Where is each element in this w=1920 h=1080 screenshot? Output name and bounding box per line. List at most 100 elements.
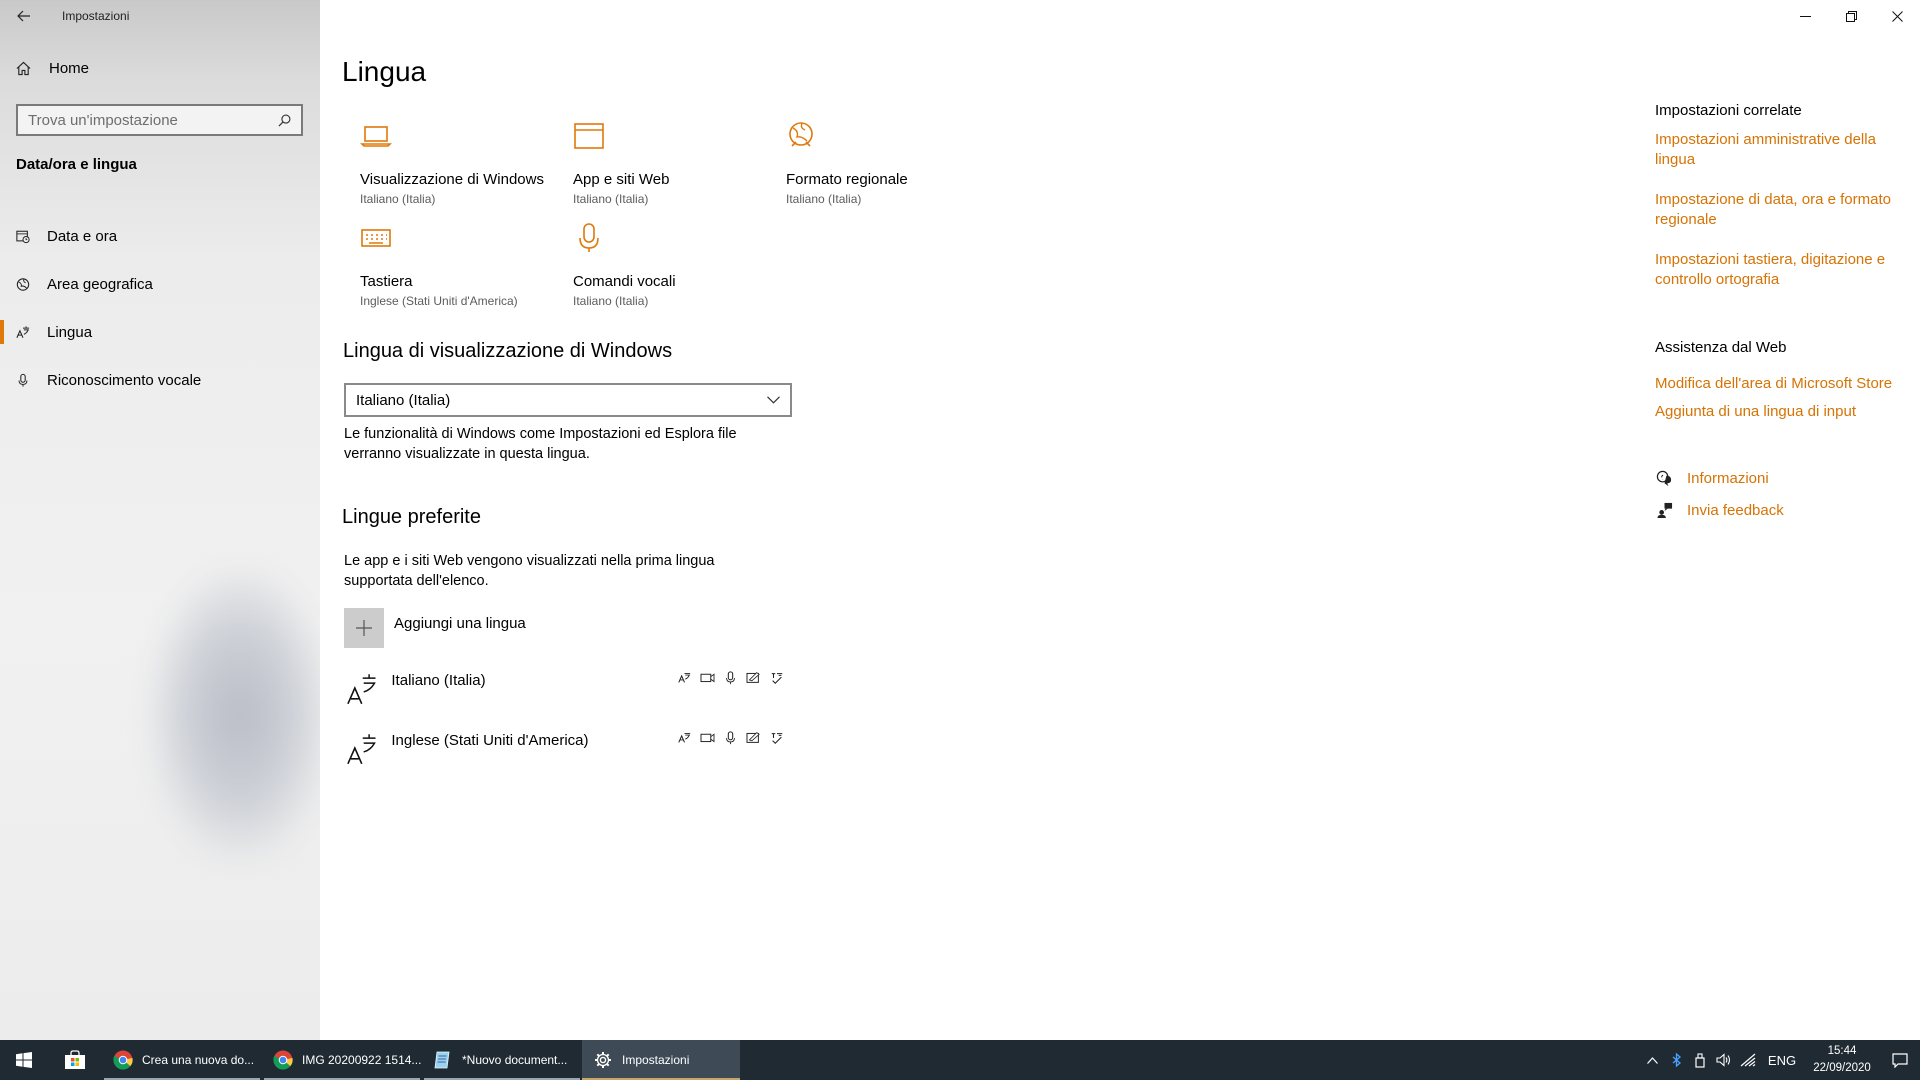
usb-device-icon[interactable]: [1688, 1052, 1712, 1068]
window-controls: [1782, 0, 1920, 32]
tile-visualizzazione-windows[interactable]: Visualizzazione di Windows Italiano (Ita…: [360, 120, 560, 206]
tile-name: App e siti Web: [573, 171, 670, 188]
web-help-heading: Assistenza dal Web: [1655, 339, 1787, 356]
language-glyph-icon: [347, 734, 376, 765]
taskbar-app-chrome-2[interactable]: IMG 20200922 1514...: [262, 1040, 422, 1080]
back-button[interactable]: [0, 0, 48, 32]
titlebar: Impostazioni: [0, 0, 320, 32]
tile-comandi-vocali[interactable]: Comandi vocali Italiano (Italia): [573, 222, 773, 308]
link-keyboard-typing[interactable]: Impostazioni tastiera, digitazione e con…: [1655, 250, 1900, 290]
tile-sub: Italiano (Italia): [786, 192, 862, 206]
language-item-inglese[interactable]: Inglese (Stati Uniti d'America): [344, 728, 784, 772]
link-date-time-format[interactable]: Impostazione di data, ora e formato regi…: [1655, 190, 1900, 230]
keyboard-icon: [361, 229, 391, 247]
language-icon: [16, 324, 30, 340]
search-icon[interactable]: [278, 114, 291, 127]
sidebar-item-label: Data e ora: [47, 227, 118, 245]
taskbar-app-notepad[interactable]: *Nuovo document...: [422, 1040, 582, 1080]
input-language-indicator[interactable]: ENG: [1760, 1053, 1804, 1068]
start-button[interactable]: [0, 1040, 48, 1080]
sidebar-item-lingua[interactable]: Lingua: [0, 308, 320, 356]
tile-app-siti-web[interactable]: App e siti Web Italiano (Italia): [573, 120, 773, 206]
bluetooth-icon[interactable]: [1664, 1053, 1688, 1067]
display-language-dropdown[interactable]: Italiano (Italia): [344, 383, 792, 417]
home-label: Home: [49, 60, 90, 77]
gear-icon: [592, 1049, 614, 1071]
text-to-speech-feature-icon: [700, 670, 715, 685]
tile-name: Comandi vocali: [573, 273, 676, 290]
help-invia-feedback[interactable]: Invia feedback: [1655, 501, 1784, 519]
sidebar-item-label: Area geografica: [47, 275, 153, 293]
tile-name: Formato regionale: [786, 171, 908, 188]
calendar-clock-icon: [16, 228, 30, 244]
help-label: Informazioni: [1687, 469, 1769, 487]
basic-typing-feature-icon: [769, 730, 784, 745]
handwriting-feature-icon: [746, 670, 761, 685]
taskbar: Crea una nuova do... IMG 20200922 1514..…: [0, 1040, 1920, 1080]
minimize-button[interactable]: [1782, 0, 1828, 32]
clock[interactable]: 15:44 22/09/2020: [1804, 1043, 1880, 1077]
search-box[interactable]: [16, 104, 303, 136]
display-language-description: Le funzionalità di Windows come Impostaz…: [344, 426, 737, 462]
display-language-heading: Lingua di visualizzazione di Windows: [343, 340, 673, 362]
minimize-icon: [1799, 15, 1811, 17]
link-microsoft-store-region[interactable]: Modifica dell'area di Microsoft Store: [1655, 374, 1900, 394]
section-label: Data/ora e lingua: [16, 156, 137, 173]
link-admin-language[interactable]: Impostazioni amministrative della lingua: [1655, 130, 1900, 170]
close-icon: [1891, 10, 1903, 22]
restore-icon: [1845, 10, 1857, 22]
sidebar-item-riconoscimento-vocale[interactable]: Riconoscimento vocale: [0, 356, 320, 404]
tile-sub: Italiano (Italia): [573, 192, 649, 206]
globe-icon: [16, 276, 30, 292]
add-language-button[interactable]: Aggiungi una lingua: [344, 608, 526, 648]
language-item-italiano[interactable]: Italiano (Italia): [344, 668, 784, 712]
tile-formato-regionale[interactable]: Formato regionale Italiano (Italia): [786, 120, 986, 206]
search-input[interactable]: [28, 111, 268, 129]
taskbar-app-label: *Nuovo document...: [462, 1053, 568, 1067]
store-icon: [65, 1050, 85, 1069]
sidebar-item-label: Riconoscimento vocale: [47, 371, 202, 389]
chevron-down-icon: [767, 396, 780, 404]
taskbar-app-label: Crea una nuova do...: [142, 1053, 255, 1067]
nav-home[interactable]: Home: [16, 60, 89, 77]
related-settings-heading: Impostazioni correlate: [1655, 102, 1802, 119]
page-title: Lingua: [342, 56, 427, 87]
sidebar-item-area-geografica[interactable]: Area geografica: [0, 260, 320, 308]
taskbar-app-chrome-1[interactable]: Crea una nuova do...: [102, 1040, 262, 1080]
volume-icon[interactable]: [1712, 1053, 1736, 1067]
clock-date: 22/09/2020: [1813, 1062, 1871, 1074]
dropdown-value: Italiano (Italia): [356, 391, 451, 409]
store-button[interactable]: [48, 1040, 102, 1080]
close-button[interactable]: [1874, 0, 1920, 32]
browser-window-icon: [574, 123, 604, 149]
windows-logo-icon: [16, 1052, 32, 1068]
help-informazioni[interactable]: Informazioni: [1655, 469, 1769, 487]
nav-list: Data e ora Area geografica Lingua Ricono…: [0, 212, 320, 404]
restore-button[interactable]: [1828, 0, 1874, 32]
language-name: Inglese (Stati Uniti d'America): [391, 732, 589, 749]
sidebar-item-label: Lingua: [47, 323, 93, 341]
tile-sub: Italiano (Italia): [573, 294, 649, 308]
notification-icon: [1892, 1052, 1908, 1068]
sidebar: Impostazioni Home Data/ora e lingua Data…: [0, 0, 320, 1040]
preferred-languages-heading: Lingue preferite: [342, 506, 481, 528]
clock-time: 15:44: [1827, 1045, 1857, 1057]
taskbar-app-impostazioni[interactable]: Impostazioni: [582, 1040, 740, 1080]
sidebar-item-data-e-ora[interactable]: Data e ora: [0, 212, 320, 260]
help-label: Invia feedback: [1687, 501, 1784, 519]
tray-overflow-chevron-up-icon[interactable]: [1640, 1056, 1664, 1064]
laptop-icon: [360, 126, 392, 147]
feedback-icon: [1655, 501, 1673, 519]
link-add-input-language[interactable]: Aggiunta di una lingua di input: [1655, 402, 1900, 422]
microphone-icon: [579, 223, 599, 252]
language-glyph-icon: [347, 674, 376, 705]
tile-tastiera[interactable]: Tastiera Inglese (Stati Uniti d'America): [360, 222, 560, 308]
home-icon: [16, 61, 31, 76]
wifi-icon[interactable]: [1736, 1053, 1760, 1067]
language-name: Italiano (Italia): [391, 672, 486, 689]
plus-icon: [344, 608, 384, 648]
tile-name: Tastiera: [360, 273, 413, 290]
notification-center-button[interactable]: [1880, 1052, 1920, 1068]
speech-feature-icon: [723, 670, 738, 685]
tile-name: Visualizzazione di Windows: [360, 171, 544, 188]
